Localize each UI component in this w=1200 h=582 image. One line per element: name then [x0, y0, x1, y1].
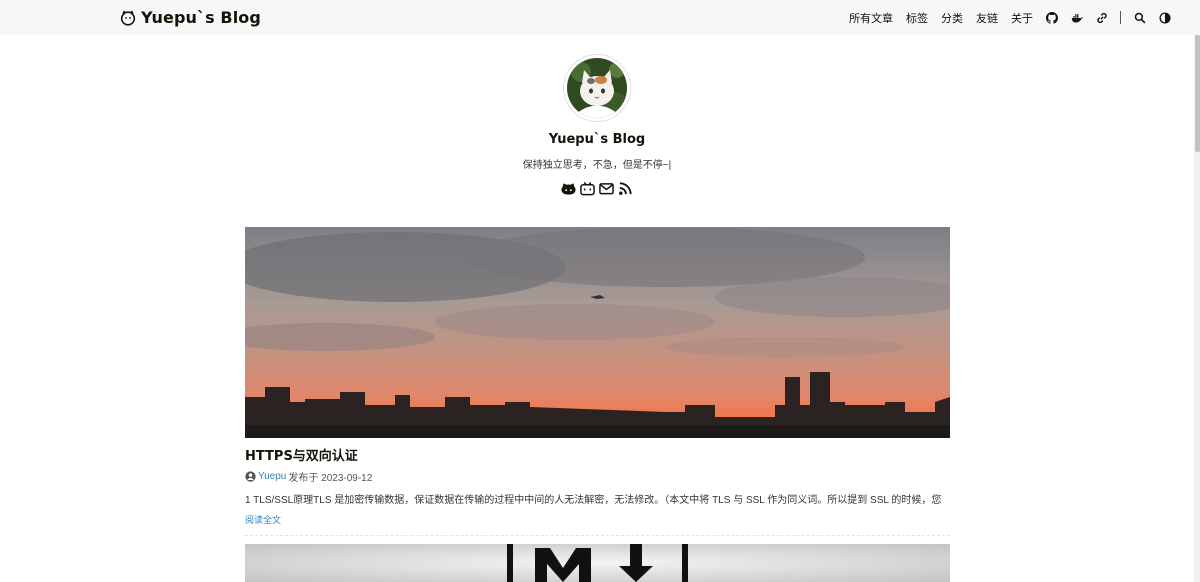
- scrollbar-thumb[interactable]: [1195, 35, 1200, 152]
- site-description: 保持独立思考，不急，但是不停~|: [522, 160, 672, 171]
- nav-friend-links[interactable]: 友链: [976, 10, 998, 26]
- site-name: Yuepu`s Blog: [548, 132, 646, 147]
- read-more-link[interactable]: 阅读全文: [245, 513, 281, 526]
- rss-icon[interactable]: [618, 181, 633, 196]
- main-nav: 所有文章 标签 分类 友链 关于: [836, 0, 1171, 35]
- email-icon[interactable]: [599, 181, 614, 196]
- docker-icon[interactable]: [1071, 12, 1083, 24]
- nav-about[interactable]: 关于: [1011, 10, 1033, 26]
- bilibili-icon[interactable]: [580, 181, 595, 196]
- nav-all-posts[interactable]: 所有文章: [849, 10, 893, 26]
- search-icon[interactable]: [1134, 12, 1146, 24]
- post-date: 发布于 2023-09-12: [288, 473, 373, 484]
- post-meta: Yuepu 发布于 2023-09-12: [245, 469, 950, 484]
- link-icon[interactable]: [1096, 12, 1108, 24]
- post-card: HTTPS与双向认证 Yuepu 发布于 2023-09-12 1 TLS/SS…: [245, 227, 950, 536]
- profile-section: Yuepu`s Blog 保持独立思考，不急，但是不停~|: [0, 55, 1194, 196]
- top-navbar: Yuepu`s Blog 所有文章 标签 分类 友链 关于: [0, 0, 1200, 35]
- nav-divider: [1120, 11, 1121, 24]
- github-icon[interactable]: [561, 181, 576, 196]
- brand-title: Yuepu`s Blog: [141, 8, 261, 27]
- page-scrollbar[interactable]: [1194, 35, 1200, 582]
- brand-link[interactable]: Yuepu`s Blog: [120, 8, 261, 27]
- nav-tags[interactable]: 标签: [906, 10, 928, 26]
- github-icon[interactable]: [1046, 11, 1058, 24]
- post-title[interactable]: HTTPS与双向认证: [245, 445, 950, 464]
- post-cover-image[interactable]: [245, 227, 950, 438]
- post-cover-image[interactable]: [245, 544, 950, 582]
- post-divider: [245, 535, 950, 536]
- post-author-link[interactable]: Yuepu: [258, 471, 286, 482]
- cat-logo-icon: [120, 9, 136, 26]
- social-links: [0, 181, 1194, 196]
- nav-categories[interactable]: 分类: [941, 10, 963, 26]
- theme-toggle-icon[interactable]: [1159, 11, 1171, 24]
- user-icon: [245, 471, 256, 482]
- post-card: [245, 544, 950, 582]
- avatar: [564, 55, 630, 121]
- post-summary: 1 TLS/SSL原理TLS 是加密传输数据，保证数据在传输的过程中中间的人无法…: [245, 495, 942, 506]
